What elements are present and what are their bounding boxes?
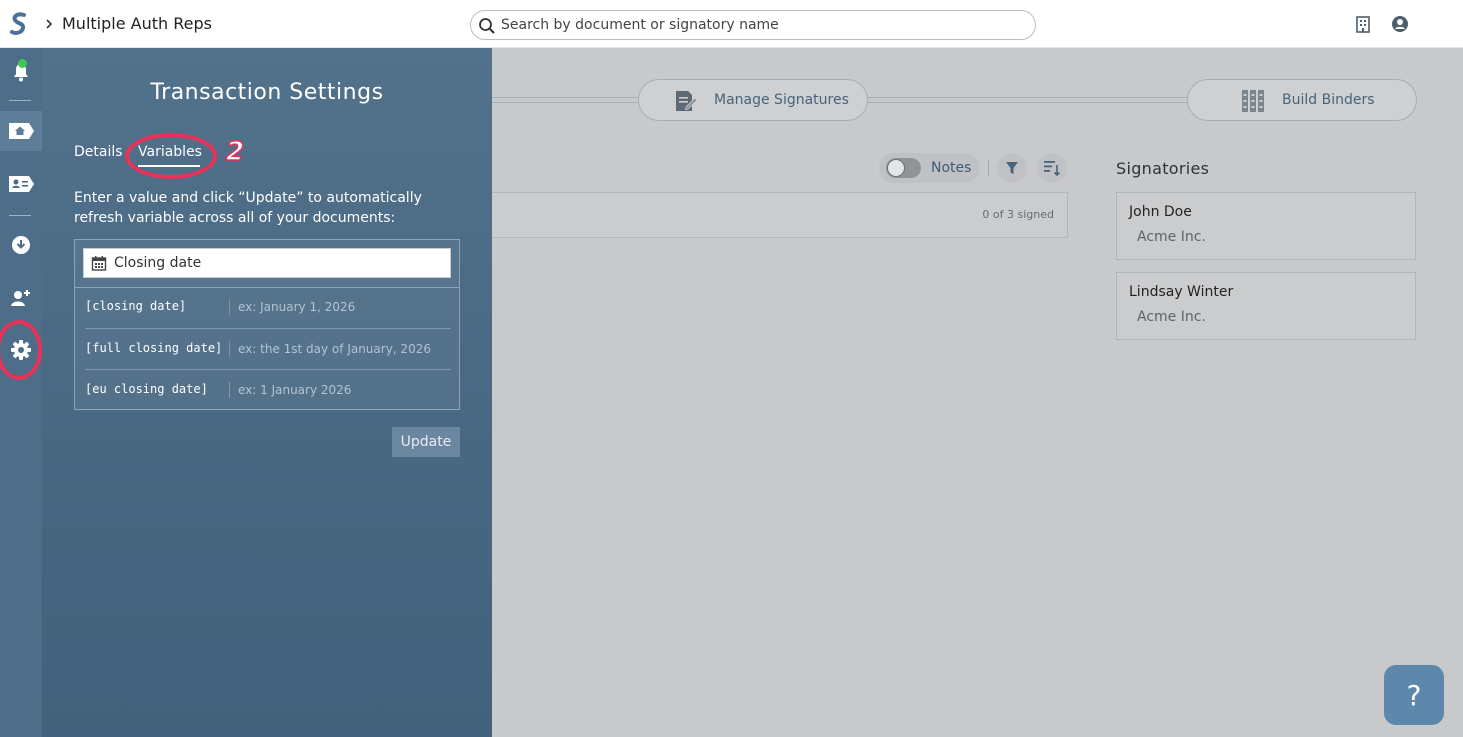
annotation-ring-variables-tab: [125, 133, 217, 179]
sort-icon: [1044, 161, 1061, 177]
build-binders-label: Build Binders: [1282, 92, 1375, 108]
transaction-settings-panel: Transaction Settings Details Variables E…: [42, 48, 492, 737]
sort-button[interactable]: [1037, 153, 1067, 183]
breadcrumb-title[interactable]: Multiple Auth Reps: [62, 14, 212, 33]
variable-row: [full closing date] ex: the 1st day of J…: [85, 328, 451, 369]
signatory-name: Lindsay Winter: [1129, 284, 1234, 300]
closing-date-input[interactable]: Closing date: [83, 248, 451, 278]
app-logo-icon[interactable]: [8, 12, 30, 36]
user-account-icon[interactable]: [1391, 15, 1409, 33]
variable-name: [eu closing date]: [85, 382, 208, 396]
variable-row: [closing date] ex: January 1, 2026: [85, 287, 451, 328]
sidebar-item-add-user[interactable]: [0, 278, 42, 318]
variable-name: [closing date]: [85, 299, 187, 313]
search-icon: [479, 18, 495, 34]
signatory-company: Acme Inc.: [1137, 309, 1206, 325]
panel-description: Enter a value and click “Update” to auto…: [74, 190, 422, 226]
build-binders-step[interactable]: Build Binders: [1187, 79, 1417, 121]
closing-date-value: Closing date: [114, 255, 202, 271]
top-bar: Multiple Auth Reps: [0, 0, 1463, 48]
filter-button[interactable]: [997, 153, 1027, 183]
left-nav-rail: [0, 48, 42, 737]
variable-separator: [229, 341, 230, 357]
notes-toggle-group[interactable]: Notes: [879, 153, 980, 183]
home-icon: [9, 123, 34, 139]
notes-toggle-switch[interactable]: [886, 158, 921, 178]
variable-separator: [229, 299, 230, 315]
rail-divider: [9, 215, 31, 216]
variable-separator: [229, 382, 230, 398]
variable-name: [full closing date]: [85, 341, 223, 355]
filter-icon: [1006, 162, 1018, 174]
sidebar-item-contacts[interactable]: [0, 164, 42, 204]
document-edit-icon: [676, 91, 697, 111]
update-button[interactable]: Update: [392, 427, 460, 457]
panel-title: Transaction Settings: [150, 80, 384, 105]
add-user-icon: [11, 290, 30, 306]
toolbar-divider: [988, 160, 989, 176]
building-icon[interactable]: [1354, 15, 1372, 33]
manage-signatures-label: Manage Signatures: [714, 92, 849, 108]
binders-icon: [1242, 90, 1264, 112]
contact-card-icon: [9, 176, 34, 192]
variable-example: ex: the 1st day of January, 2026: [238, 342, 431, 356]
rail-divider: [9, 100, 31, 101]
sidebar-item-download[interactable]: [0, 225, 42, 265]
signatories-heading: Signatories: [1116, 159, 1210, 178]
sidebar-item-notifications[interactable]: [0, 52, 42, 92]
calendar-icon: [91, 256, 107, 271]
annotation-step-2: 2: [225, 136, 245, 168]
breadcrumb-chevron-icon: [46, 19, 53, 29]
variable-example: ex: 1 January 2026: [238, 383, 352, 397]
download-icon: [12, 236, 30, 254]
signatory-card[interactable]: Lindsay Winter Acme Inc.: [1116, 272, 1416, 340]
signatory-company: Acme Inc.: [1137, 229, 1206, 245]
toggle-knob: [887, 159, 905, 177]
notes-label: Notes: [931, 160, 972, 176]
search-input[interactable]: [501, 14, 1021, 36]
manage-signatures-step[interactable]: Manage Signatures: [638, 79, 868, 121]
help-button[interactable]: ?: [1384, 665, 1444, 725]
tab-details[interactable]: Details: [74, 144, 123, 160]
document-row[interactable]: 0 of 3 signed: [492, 192, 1068, 238]
notification-dot: [18, 59, 27, 68]
variable-row: [eu closing date] ex: 1 January 2026: [85, 369, 451, 410]
document-signed-status: 0 of 3 signed: [982, 208, 1054, 221]
signatory-card[interactable]: John Doe Acme Inc.: [1116, 192, 1416, 260]
sidebar-item-home[interactable]: [0, 111, 42, 151]
search-bar[interactable]: [470, 10, 1036, 40]
variable-example: ex: January 1, 2026: [238, 300, 356, 314]
signatory-name: John Doe: [1129, 204, 1192, 220]
variables-box: Closing date [closing date] ex: January …: [74, 239, 460, 410]
